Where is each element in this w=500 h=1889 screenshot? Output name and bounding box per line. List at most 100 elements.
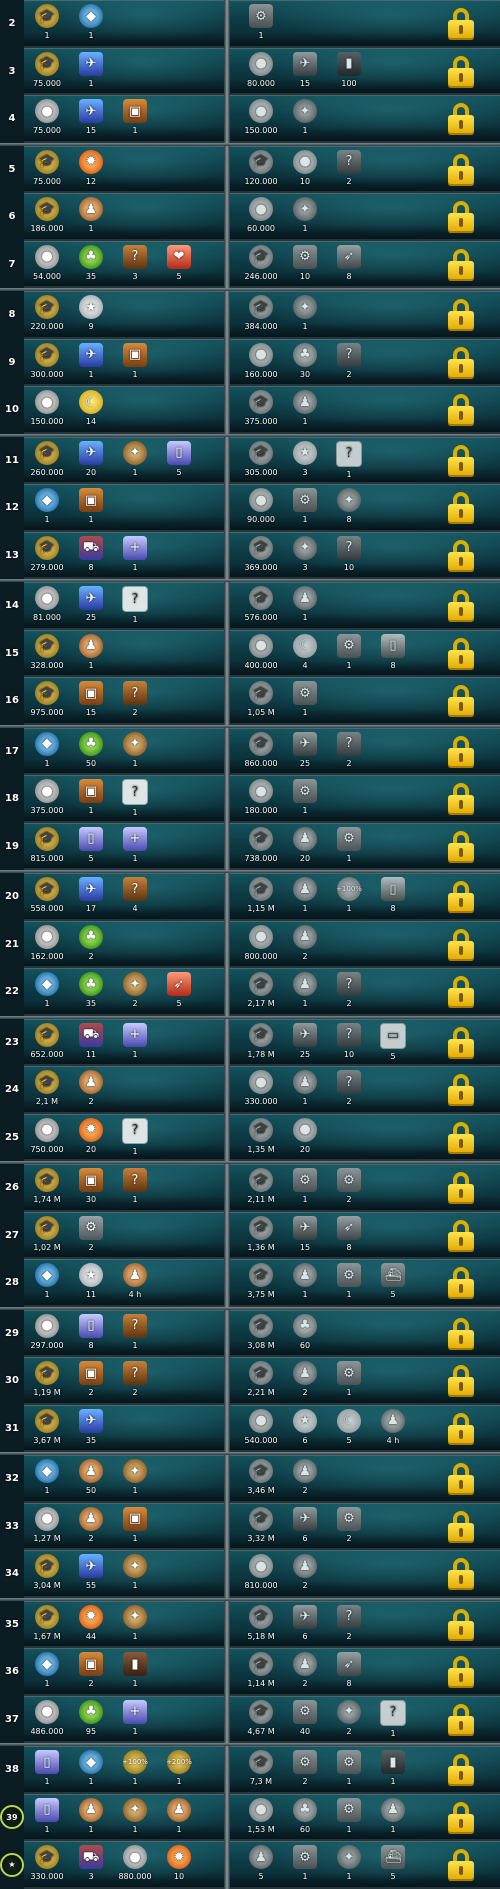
free-reward-panel[interactable]: 🎓 1 ◆ 1 [24, 0, 224, 48]
padlock-icon[interactable] [446, 103, 476, 135]
premium-reward-panel[interactable]: 🎓 1,14 M ♟ 2 ➶ 8 [230, 1648, 500, 1696]
padlock-icon[interactable] [446, 8, 476, 40]
padlock-icon[interactable] [446, 976, 476, 1008]
free-reward-panel[interactable]: 🎓 300.000 ✈ 1 ▣ 1 [24, 338, 224, 386]
free-reward-panel[interactable]: ● 75.000 ✈ 15 ▣ 1 [24, 95, 224, 143]
padlock-icon[interactable] [446, 444, 476, 477]
premium-reward-panel[interactable]: ● 400.000 ☾ 4 ⚙ 1 ▯ 8 [230, 629, 500, 677]
premium-reward-panel[interactable]: 🎓 2,21 M ♟ 2 ⚙ 1 [230, 1357, 500, 1405]
free-reward-panel[interactable]: ● 81.000 ✈ 25? 1 [24, 582, 224, 630]
padlock-icon[interactable] [446, 394, 476, 426]
free-reward-panel[interactable]: 🎓 3,67 M ✈ 35 [24, 1404, 224, 1452]
premium-reward-panel[interactable]: ⚙ 1 [230, 0, 500, 48]
premium-reward-panel[interactable]: ● 160.000 ♣ 30? 2 [230, 338, 500, 386]
premium-reward-panel[interactable]: 🎓 738.000 ♟ 20 ⚙ 1 [230, 822, 500, 870]
free-reward-panel[interactable]: 🎓 260.000 ✈ 20 ✦ 1 ▯ 5 [24, 436, 224, 484]
padlock-icon[interactable] [446, 735, 476, 768]
padlock-icon[interactable] [446, 1463, 476, 1495]
padlock-icon[interactable] [446, 1412, 476, 1445]
free-reward-panel[interactable]: ◆ 1 ♣ 50 ✦ 1 [24, 727, 224, 775]
padlock-icon[interactable] [446, 1026, 476, 1059]
premium-reward-panel[interactable]: 🎓 2,11 M ⚙ 1 ⚙ 2 [230, 1164, 500, 1212]
premium-reward-panel[interactable]: ● 800.000 ♟ 2 [230, 920, 500, 968]
premium-reward-panel[interactable]: 🎓 375.000 ♟ 1 [230, 386, 500, 434]
padlock-icon[interactable] [446, 1074, 476, 1106]
premium-reward-panel[interactable]: 🎓 3,46 M ♟ 2 [230, 1455, 500, 1503]
padlock-icon[interactable] [446, 1849, 476, 1881]
free-reward-panel[interactable]: ● 1,27 M ♟ 2 ▣ 1 [24, 1502, 224, 1550]
premium-reward-panel[interactable]: ● 180.000 ⚙ 1 [230, 775, 500, 823]
free-reward-panel[interactable]: 🎓 975.000 ▣ 15? 2 [24, 677, 224, 725]
free-reward-panel[interactable]: ◆ 1 ★ 11 ♟ 4 h [24, 1259, 224, 1307]
padlock-icon[interactable] [446, 1219, 476, 1252]
padlock-icon[interactable] [446, 1172, 476, 1204]
padlock-icon[interactable] [446, 346, 476, 379]
premium-reward-panel[interactable]: 🎓 120.000 ● 10? 2 [230, 145, 500, 193]
free-reward-panel[interactable]: 🎓 1,02 M ⚙ 2 [24, 1211, 224, 1259]
free-reward-panel[interactable]: ● 486.000 ♣ 95 +1 [24, 1695, 224, 1743]
premium-reward-panel[interactable]: 🎓 384.000 ✦ 1 [230, 291, 500, 339]
padlock-icon[interactable] [446, 830, 476, 863]
free-reward-panel[interactable]: ● 375.000 ▣ 1? 1 [24, 775, 224, 823]
premium-reward-panel[interactable]: 🎓 3,08 M ♣ 60 [230, 1309, 500, 1357]
free-reward-panel[interactable]: ◆ 1 ▣ 2 ▮ 1 [24, 1648, 224, 1696]
premium-reward-panel[interactable]: 🎓 5,18 M ✈ 6? 2 [230, 1600, 500, 1648]
free-reward-panel[interactable]: ◆ 1 ♟ 50 ✦ 1 [24, 1455, 224, 1503]
free-reward-panel[interactable]: 🎓 2,1 M ♟ 2 [24, 1066, 224, 1114]
free-reward-panel[interactable]: 🎓 186.000 ♟ 1 [24, 193, 224, 241]
padlock-icon[interactable] [446, 248, 476, 281]
padlock-icon[interactable] [446, 55, 476, 88]
premium-reward-panel[interactable]: 🎓 860.000 ✈ 25? 2 [230, 727, 500, 775]
premium-reward-panel[interactable]: 🎓 305.000 ★ 3? 1 [230, 436, 500, 484]
free-reward-panel[interactable]: 🎓 330.000 ⛟ 3 ● 880.000 ✹ 10 [24, 1841, 224, 1889]
padlock-icon[interactable] [446, 1365, 476, 1397]
premium-reward-panel[interactable]: ● 60.000 ✦ 1 [230, 193, 500, 241]
free-reward-panel[interactable]: 🎓 652.000 ⛟ 11 +1 [24, 1018, 224, 1066]
premium-reward-panel[interactable]: 🎓 1,05 M ⚙ 1 [230, 677, 500, 725]
padlock-icon[interactable] [446, 881, 476, 913]
free-reward-panel[interactable]: 🎓 1,19 M ▣ 2? 2 [24, 1357, 224, 1405]
padlock-icon[interactable] [446, 1558, 476, 1590]
padlock-icon[interactable] [446, 1510, 476, 1543]
padlock-icon[interactable] [446, 1801, 476, 1834]
padlock-icon[interactable] [446, 783, 476, 815]
premium-reward-panel[interactable]: ● 90.000 ⚙ 1 ✦ 8 [230, 484, 500, 532]
padlock-icon[interactable] [446, 1703, 476, 1736]
padlock-icon[interactable] [446, 1121, 476, 1154]
padlock-icon[interactable] [446, 201, 476, 233]
premium-reward-panel[interactable]: 🎓 1,36 M ✈ 15 ➶ 8 [230, 1211, 500, 1259]
premium-reward-panel[interactable]: 🎓 3,75 M ♟ 1 ⚙ 1 ⛴ 5 [230, 1259, 500, 1307]
padlock-icon[interactable] [446, 685, 476, 717]
premium-reward-panel[interactable]: 🎓 1,35 M ● 20 [230, 1113, 500, 1161]
premium-reward-panel[interactable]: 🎓 1,78 M ✈ 25? 10 ▭ 5 [230, 1018, 500, 1066]
premium-reward-panel[interactable]: ♟ 5 ⚙ 1 ✦ 1 ⛴ 5 [230, 1841, 500, 1889]
free-reward-panel[interactable]: ◆ 1 ▣ 1 [24, 484, 224, 532]
free-reward-panel[interactable]: 🎓 75.000 ✹ 12 [24, 145, 224, 193]
padlock-icon[interactable] [446, 153, 476, 186]
premium-reward-panel[interactable]: ● 150.000 ✦ 1 [230, 95, 500, 143]
padlock-icon[interactable] [446, 1608, 476, 1641]
padlock-icon[interactable] [446, 1267, 476, 1299]
free-reward-panel[interactable]: 🎓 3,04 M ✈ 55 ✦ 1 [24, 1550, 224, 1598]
free-reward-panel[interactable]: ● 750.000 ✹ 20? 1 [24, 1113, 224, 1161]
padlock-icon[interactable] [446, 539, 476, 572]
free-reward-panel[interactable]: ● 162.000 ♣ 2 [24, 920, 224, 968]
free-reward-panel[interactable]: 🎓 279.000 ⛟ 8 +1 [24, 531, 224, 579]
free-reward-panel[interactable]: ● 150.000 ☾ 14 [24, 386, 224, 434]
premium-reward-panel[interactable]: 🎓 2,17 M ♟ 1? 2 [230, 968, 500, 1016]
padlock-icon[interactable] [446, 928, 476, 961]
free-reward-panel[interactable]: 🎓 1,74 M ▣ 30? 1 [24, 1164, 224, 1212]
premium-reward-panel[interactable]: 🎓 3,32 M ✈ 6 ⚙ 2 [230, 1502, 500, 1550]
padlock-icon[interactable] [446, 590, 476, 622]
premium-reward-panel[interactable]: 🎓 4,67 M ⚙ 40 ✦ 2? 1 [230, 1695, 500, 1743]
free-reward-panel[interactable]: ▯ 1 ◆ 1 +100% 1 +200% 1 [24, 1746, 224, 1794]
padlock-icon[interactable] [446, 299, 476, 331]
premium-reward-panel[interactable]: ● 810.000 ♟ 2 [230, 1550, 500, 1598]
free-reward-panel[interactable]: ◆ 1 ♣ 35 ✦ 2 ➶ 5 [24, 968, 224, 1016]
free-reward-panel[interactable]: ▯ 1 ♟ 1 ✦ 1 ♟ 1 [24, 1793, 224, 1841]
padlock-icon[interactable] [446, 1317, 476, 1350]
premium-reward-panel[interactable]: 🎓 1,15 M ♟ 1 +100% 1 ▯ 8 [230, 873, 500, 921]
padlock-icon[interactable] [446, 1656, 476, 1688]
premium-reward-panel[interactable]: ● 330.000 ♟ 1? 2 [230, 1066, 500, 1114]
premium-reward-panel[interactable]: ● 540.000 ★ 6 ☾ 5 ♟ 4 h [230, 1404, 500, 1452]
